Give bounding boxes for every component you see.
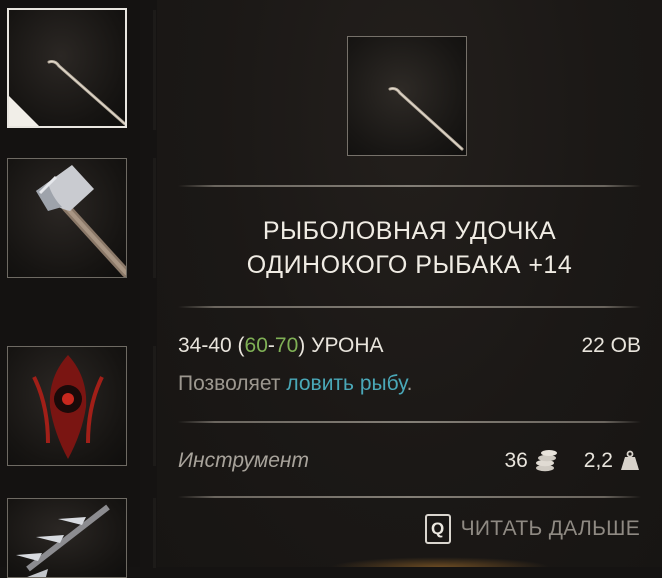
inventory-column-edge xyxy=(153,498,156,568)
inventory-slot-demon-emblem[interactable] xyxy=(7,346,127,466)
inventory-column-edge xyxy=(153,346,156,466)
coin-stack-icon xyxy=(535,450,557,472)
fishing-link[interactable]: ловить рыбу xyxy=(286,372,406,395)
gold-value: 36 xyxy=(504,449,528,472)
fishing-rod-icon xyxy=(388,87,464,151)
divider xyxy=(178,306,641,308)
q-key-icon: Q xyxy=(424,514,451,544)
description-suffix: . xyxy=(406,372,413,395)
item-description: Позволяет ловить рыбу. xyxy=(178,372,412,396)
damage-dash: - xyxy=(267,334,275,357)
weight-icon xyxy=(621,450,639,470)
item-tooltip: РЫБОЛОВНАЯ УДОЧКА ОДИНОКОГО РЫБАКА +14 3… xyxy=(157,0,662,567)
description-prefix: Позволяет xyxy=(178,372,287,395)
divider xyxy=(178,496,641,498)
damage-bonus-max: 70 xyxy=(274,334,299,357)
inventory-column-edge xyxy=(153,10,156,130)
inventory-column-edge xyxy=(153,158,156,278)
weight-value: 2,2 xyxy=(583,449,613,472)
damage-base: 34-40 xyxy=(178,334,232,357)
inventory-slot-spiked-weapon[interactable] xyxy=(7,498,127,578)
divider xyxy=(178,421,641,423)
damage-open-paren: ( xyxy=(231,334,245,357)
bottom-glow xyxy=(330,557,550,567)
item-type: Инструмент xyxy=(178,449,309,472)
meta-row: Инструмент 36 2,2 xyxy=(178,449,641,477)
axe-icon xyxy=(36,165,126,277)
inventory-slot-fishing-rod[interactable] xyxy=(7,8,127,128)
read-more-label: ЧИТАТЬ ДАЛЬШЕ xyxy=(460,517,640,540)
item-preview xyxy=(347,36,467,156)
item-title-line-1: РЫБОЛОВНАЯ УДОЧКА xyxy=(262,217,557,245)
power-value: 22 ОВ xyxy=(581,334,641,357)
selected-corner-marker xyxy=(9,96,39,126)
divider xyxy=(178,185,641,187)
item-title-line-2: ОДИНОКОГО РЫБАКА +14 xyxy=(246,251,573,279)
damage-label: УРОНА xyxy=(305,334,384,357)
inventory-column xyxy=(0,0,140,578)
demon-emblem-icon xyxy=(32,355,104,459)
inventory-slot-axe[interactable] xyxy=(7,158,127,278)
item-title: РЫБОЛОВНАЯ УДОЧКА ОДИНОКОГО РЫБАКА +14 xyxy=(157,214,662,282)
spiked-weapon-icon xyxy=(16,504,110,577)
damage-value: 34-40 (60-70) УРОНА xyxy=(178,334,384,358)
damage-row: 34-40 (60-70) УРОНА 22 ОВ xyxy=(178,334,641,362)
damage-bonus-min: 60 xyxy=(244,334,268,357)
meta-values: 36 2,2 xyxy=(504,449,641,473)
read-more-button[interactable]: Q ЧИТАТЬ ДАЛЬШЕ xyxy=(424,514,640,544)
